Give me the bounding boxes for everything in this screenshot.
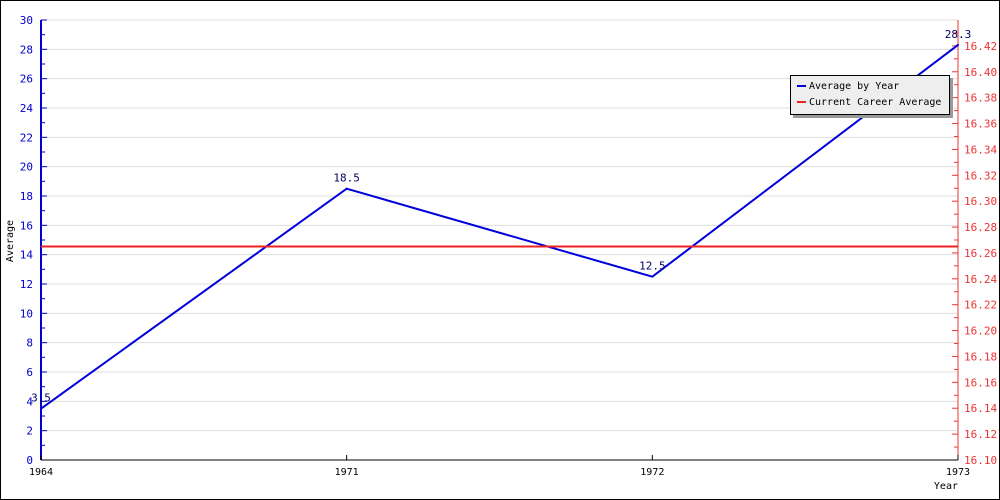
data-label: 28.3 <box>945 28 972 41</box>
data-point <box>345 187 348 190</box>
data-point <box>40 407 42 410</box>
left-tick-label: 12 <box>20 278 33 291</box>
left-tick-label: 14 <box>20 249 34 262</box>
x-axis-title: Year <box>934 481 958 492</box>
left-tick-label: 18 <box>20 190 33 203</box>
y-axis-title: Average <box>5 220 16 262</box>
right-tick-label: 16.30 <box>964 195 997 208</box>
left-tick-label: 10 <box>20 307 33 320</box>
right-tick-label: 16.38 <box>964 92 997 105</box>
right-tick-label: 16.12 <box>964 428 997 441</box>
x-tick-label: 1972 <box>640 467 664 478</box>
right-tick-label: 16.34 <box>964 143 997 156</box>
left-tick-label: 22 <box>20 131 33 144</box>
x-tick-label: 1973 <box>946 467 970 478</box>
legend-label: Average by Year <box>809 80 900 92</box>
left-tick-label: 20 <box>20 161 33 174</box>
right-tick-label: 16.20 <box>964 325 997 338</box>
legend: Average by Year Current Career Average <box>790 75 950 115</box>
legend-item-career-average[interactable]: Current Career Average <box>797 95 941 109</box>
right-tick-label: 16.40 <box>964 66 997 79</box>
left-tick-label: 6 <box>26 366 33 379</box>
left-tick-label: 8 <box>26 337 33 350</box>
left-tick-label: 2 <box>26 425 33 438</box>
left-tick-label: 26 <box>20 73 33 86</box>
legend-item-average-by-year[interactable]: Average by Year <box>797 79 899 93</box>
legend-label: Current Career Average <box>809 96 942 108</box>
left-tick-label: 24 <box>20 102 34 115</box>
legend-swatch-red <box>797 101 806 103</box>
left-tick-label: 16 <box>20 219 33 232</box>
right-tick-label: 16.26 <box>964 247 997 260</box>
right-tick-label: 16.28 <box>964 221 997 234</box>
left-tick-label: 30 <box>20 14 33 27</box>
x-tick-label: 1964 <box>29 467 53 478</box>
left-tick-label: 0 <box>26 454 33 467</box>
x-tick-label: 1971 <box>335 467 359 478</box>
right-tick-label: 16.10 <box>964 454 997 467</box>
right-tick-label: 16.16 <box>964 376 997 389</box>
data-point <box>651 275 654 278</box>
data-label: 3.5 <box>31 392 51 405</box>
right-tick-label: 16.24 <box>964 273 997 286</box>
right-y-axis: 16.10 16.12 16.14 16.16 16.18 16.20 16.22 16.24… <box>952 20 997 467</box>
legend-swatch-blue <box>797 85 806 87</box>
data-label: 12.5 <box>639 260 666 273</box>
data-point <box>957 43 959 46</box>
right-tick-label: 16.22 <box>964 299 997 312</box>
x-axis: 1964 1971 1972 1973 <box>29 455 970 478</box>
right-tick-label: 16.32 <box>964 169 997 182</box>
right-tick-label: 16.36 <box>964 118 997 131</box>
right-tick-label: 16.18 <box>964 350 997 363</box>
left-tick-label: 28 <box>20 43 33 56</box>
data-label: 18.5 <box>333 172 360 185</box>
right-tick-label: 16.42 <box>964 40 997 53</box>
right-tick-label: 16.14 <box>964 402 997 415</box>
